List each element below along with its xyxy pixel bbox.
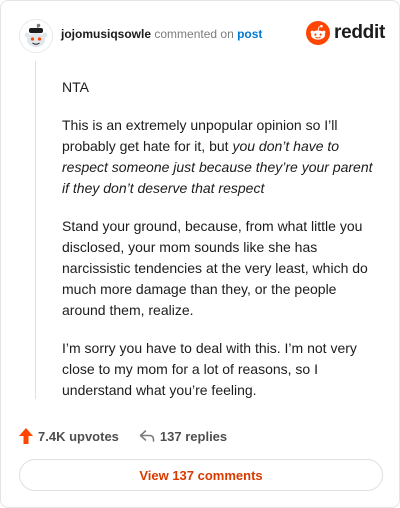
upvote-arrow-icon <box>19 428 33 444</box>
snoo-avatar-icon[interactable] <box>19 19 53 53</box>
reddit-logo-text: reddit <box>334 22 385 43</box>
comment-header: jojomusiqsowle commented on post reddit <box>19 19 385 53</box>
comment-paragraph-3: Stand your ground, because, from what li… <box>62 218 368 318</box>
username-link[interactable]: jojomusiqsowle <box>61 27 151 41</box>
reddit-logo[interactable]: reddit <box>306 21 385 45</box>
comment-card: jojomusiqsowle commented on post reddit … <box>0 0 400 508</box>
comment-meta: jojomusiqsowle commented on post <box>61 27 262 41</box>
reddit-alien-icon <box>306 21 331 45</box>
replies-button[interactable]: 137 replies <box>139 429 227 444</box>
comment-actions: 7.4K upvotes 137 replies <box>19 426 227 446</box>
upvote-count: 7.4K upvotes <box>38 428 119 444</box>
comment-body: NTA This is an extremely unpopular opini… <box>62 77 380 418</box>
upvote-button[interactable]: 7.4K upvotes <box>19 428 119 444</box>
post-link[interactable]: post <box>237 27 262 41</box>
comment-paragraph-1: NTA <box>62 79 89 95</box>
thread-line <box>35 61 36 399</box>
comment-paragraph-2: This is an extremely unpopular opinion s… <box>62 115 380 199</box>
reply-arrow-icon <box>139 430 155 442</box>
commented-on-text: commented on <box>154 27 234 41</box>
comment-paragraph-4: I’m sorry you have to deal with this. I’… <box>62 340 357 398</box>
reply-count: 137 replies <box>159 428 228 444</box>
view-comments-button[interactable]: View 137 comments <box>19 459 383 491</box>
